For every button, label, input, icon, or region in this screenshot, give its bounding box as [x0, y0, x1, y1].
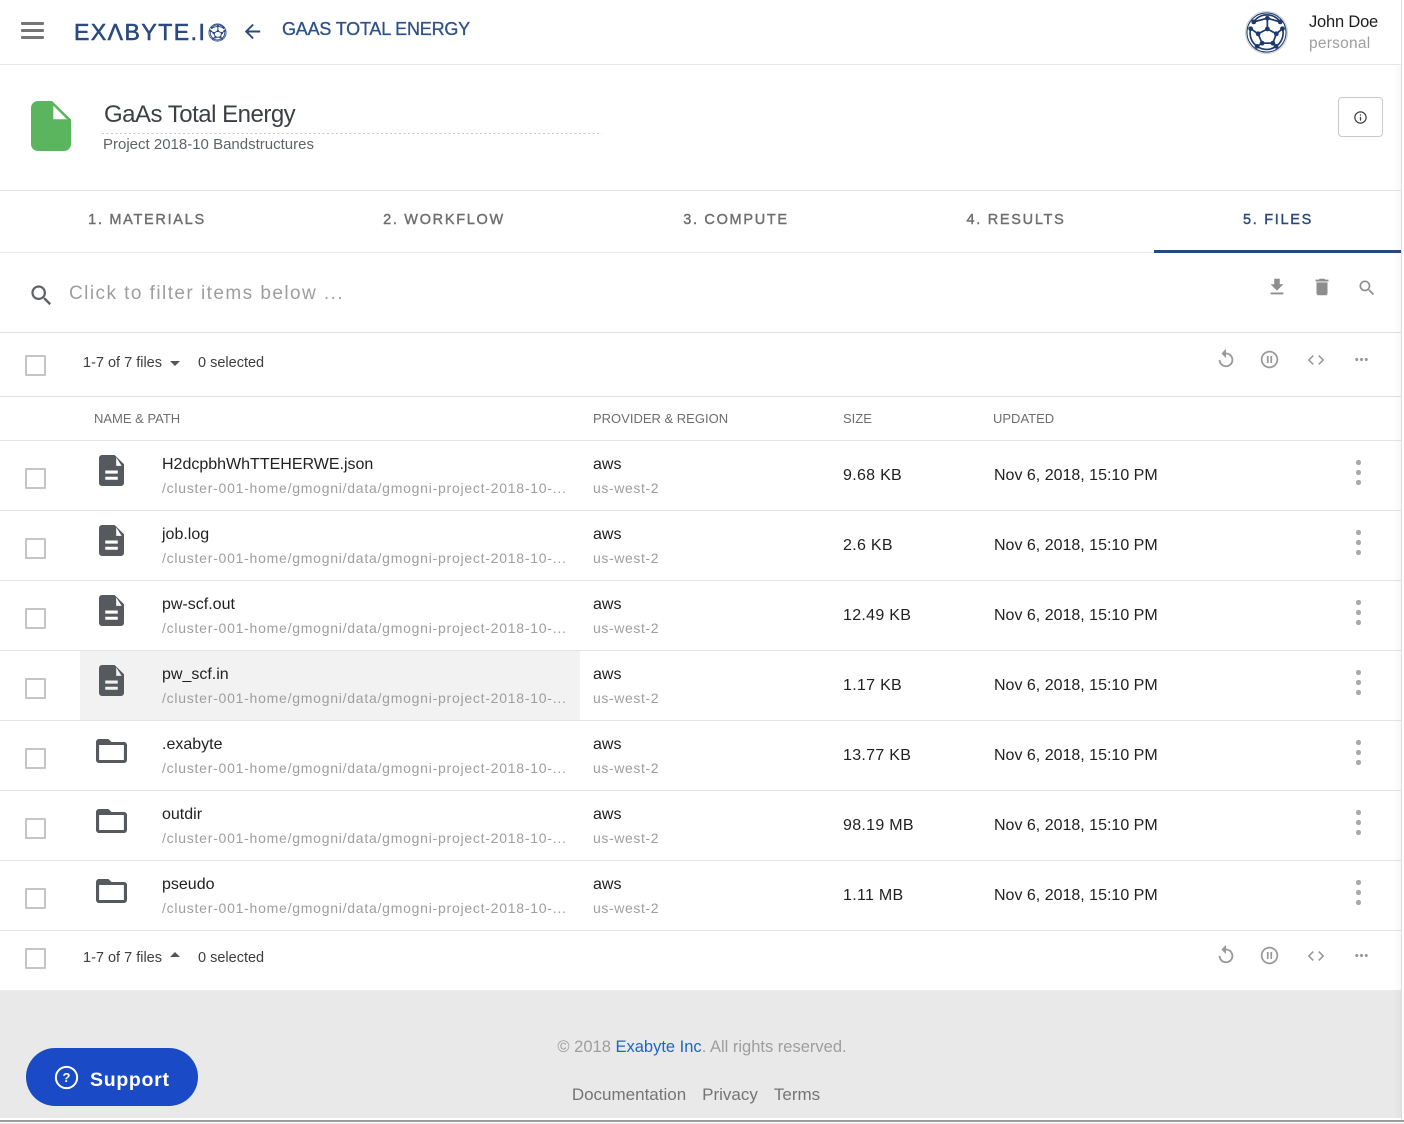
- svg-text:?: ?: [63, 1070, 71, 1085]
